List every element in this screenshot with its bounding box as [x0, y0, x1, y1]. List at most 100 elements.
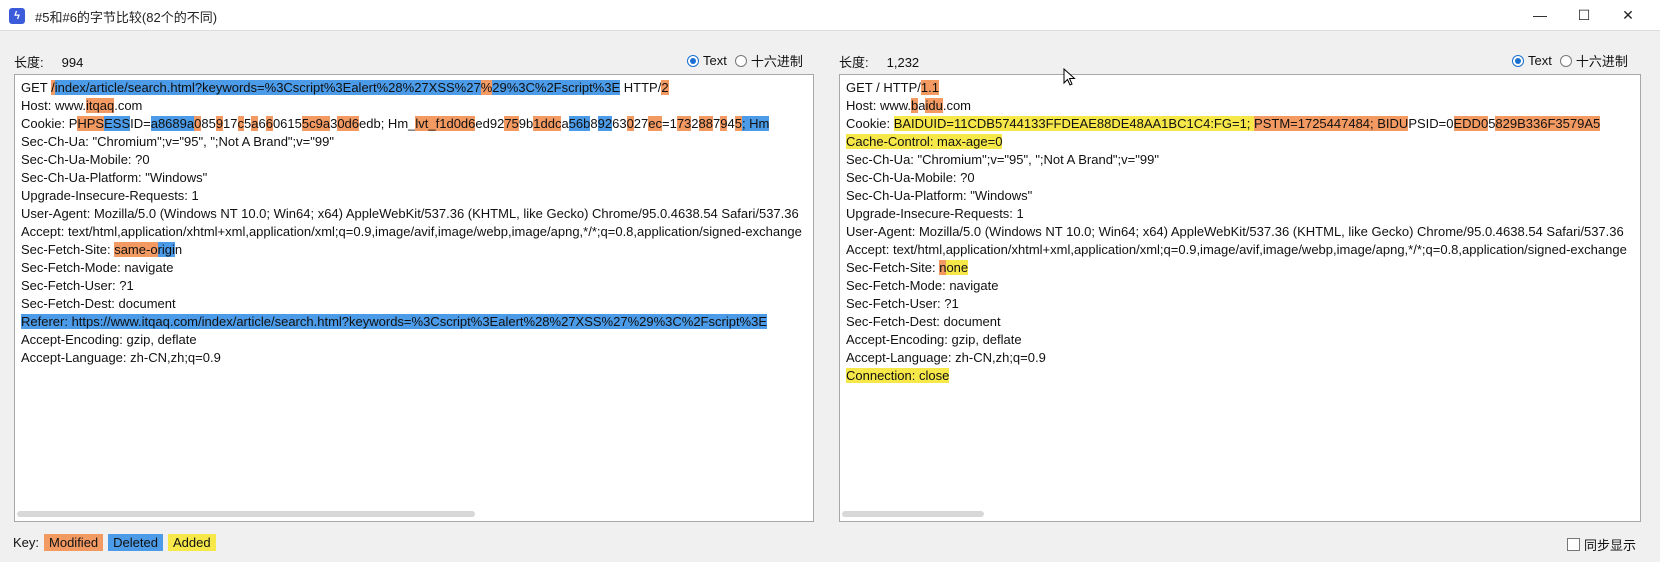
modified-segment: 5c9a	[301, 116, 331, 131]
mouse-cursor-icon	[1063, 68, 1076, 86]
text-line: Accept-Language: zh-CN,zh;q=0.9	[846, 349, 1627, 367]
deleted-segment: a8689a	[150, 116, 195, 131]
left-horizontal-scrollbar[interactable]	[17, 511, 475, 517]
left-length-value: 994	[61, 55, 84, 70]
added-segment: BAIDUID=11CDB5744133FFDEAE88DE48AA1BC1C4…	[893, 116, 1255, 131]
left-length: 长度: 994	[14, 52, 83, 71]
text-line: Sec-Fetch-User: ?1	[846, 295, 1627, 313]
close-button[interactable]: ✕	[1608, 0, 1648, 30]
right-mode-text-option[interactable]: Text	[1512, 53, 1552, 68]
text-line: Cache-Control: max-age=0	[846, 133, 1627, 151]
text-line: GET /index/article/search.html?keywords=…	[21, 79, 802, 97]
deleted-segment: 56b	[568, 116, 591, 131]
text-line: Sec-Fetch-Dest: document	[21, 295, 802, 313]
modified-segment: same-o	[114, 242, 158, 257]
deleted-segment: 92	[597, 116, 613, 131]
text-segment: Sec-Fetch-Site:	[21, 242, 115, 257]
text-line: Sec-Ch-Ua: "Chromium";v="95", ";Not A Br…	[846, 151, 1627, 169]
text-line: Host: www.baidu.com	[846, 97, 1627, 115]
modified-segment: 9	[215, 116, 224, 131]
modified-segment: idu	[925, 98, 943, 113]
right-mode-hex-option[interactable]: 十六进制	[1559, 51, 1628, 70]
right-length-label: 长度:	[839, 55, 869, 70]
text-segment: Accept-Encoding: gzip, deflate	[21, 332, 197, 347]
text-line: Sec-Fetch-Site: none	[846, 259, 1627, 277]
text-line: Connection: close	[846, 367, 1627, 385]
text-segment: ed92	[475, 116, 505, 131]
text-segment: 8	[590, 116, 598, 131]
title-bar: ϟ #5和#6的字节比较(82个的不同) — ☐ ✕	[0, 0, 1660, 31]
text-segment: GET / HTTP/	[846, 80, 921, 95]
text-segment: Sec-Fetch-Dest: document	[21, 296, 176, 311]
sync-label: 同步显示	[1584, 538, 1637, 553]
text-segment: ID=	[130, 116, 151, 131]
text-line: Referer: https://www.itqaq.com/index/art…	[21, 313, 802, 331]
text-segment: .com	[942, 98, 972, 113]
text-segment: Upgrade-Insecure-Requests: 1	[21, 188, 199, 203]
key-label: Key:	[13, 535, 40, 550]
modified-segment: EDD0	[1453, 116, 1489, 131]
text-line: GET / HTTP/1.1	[846, 79, 1627, 97]
text-segment: PSID=0	[1408, 116, 1454, 131]
text-line: Sec-Ch-Ua: "Chromium";v="95", ";Not A Br…	[21, 133, 802, 151]
added-segment: one	[946, 260, 969, 275]
text-segment: User-Agent: Mozilla/5.0 (Windows NT 10.0…	[846, 224, 1624, 239]
modified-segment: 1.1	[920, 80, 939, 95]
text-segment: Accept-Language: zh-CN,zh;q=0.9	[21, 350, 221, 365]
deleted-segment: index/article/search.html?keywords=%3Csc…	[54, 80, 481, 95]
text-line: Sec-Fetch-Mode: navigate	[846, 277, 1627, 295]
modified-segment: 829B336F3579A5	[1495, 116, 1601, 131]
text-segment: Sec-Ch-Ua-Mobile: ?0	[21, 152, 150, 167]
radio-selected-icon[interactable]	[687, 54, 699, 67]
text-segment: .com	[114, 98, 143, 113]
modified-segment: HPS	[77, 116, 105, 131]
radio-icon[interactable]	[734, 54, 747, 67]
right-length: 长度: 1,232	[839, 52, 919, 71]
modified-segment: 5	[734, 116, 742, 131]
text-line: Upgrade-Insecure-Requests: 1	[846, 205, 1627, 223]
text-line: Accept: text/html,application/xhtml+xml,…	[846, 241, 1627, 259]
sync-display-option[interactable]: 同步显示	[1567, 535, 1636, 554]
text-segment: Host: www.	[846, 98, 912, 113]
right-length-value: 1,232	[886, 55, 920, 70]
sync-checkbox[interactable]	[1567, 538, 1580, 551]
text-segment: Accept: text/html,application/xhtml+xml,…	[846, 242, 1627, 257]
text-segment: 2	[691, 116, 699, 131]
minimize-button[interactable]: —	[1520, 0, 1560, 30]
modified-segment: 0	[626, 116, 634, 131]
key-deleted: Deleted	[108, 534, 163, 551]
modified-segment: 6	[265, 116, 273, 131]
left-length-label: 长度:	[14, 55, 44, 70]
text-segment: Sec-Ch-Ua: "Chromium";v="95", ";Not A Br…	[846, 152, 1159, 167]
left-mode-hex-option[interactable]: 十六进制	[734, 51, 803, 70]
text-segment: =1	[662, 116, 677, 131]
text-segment: GET	[21, 80, 52, 95]
text-segment: Cookie: P	[21, 116, 78, 131]
modified-segment: lvt_f1d0d6	[415, 116, 476, 131]
left-mode-text-label: Text	[703, 53, 727, 68]
radio-icon[interactable]	[1559, 54, 1572, 67]
text-segment: Sec-Ch-Ua-Platform: "Windows"	[21, 170, 208, 185]
text-line: User-Agent: Mozilla/5.0 (Windows NT 10.0…	[21, 205, 802, 223]
maximize-button[interactable]: ☐	[1564, 0, 1604, 30]
right-text-pane[interactable]: GET / HTTP/1.1 Host: www.baidu.com Cookie:…	[839, 74, 1641, 522]
right-lines: GET / HTTP/1.1 Host: www.baidu.com Cookie:…	[846, 79, 1627, 385]
radio-selected-icon[interactable]	[1512, 54, 1524, 67]
left-mode-text-option[interactable]: Text	[687, 53, 727, 68]
legend-key: Key: Modified Deleted Added	[13, 534, 216, 551]
text-segment: Sec-Fetch-User: ?1	[846, 296, 959, 311]
text-segment: 9b	[518, 116, 534, 131]
text-line: Accept-Encoding: gzip, deflate	[21, 331, 802, 349]
text-segment: Cookie:	[846, 116, 894, 131]
text-segment: 4	[727, 116, 735, 131]
text-line: Sec-Fetch-User: ?1	[21, 277, 802, 295]
text-line: User-Agent: Mozilla/5.0 (Windows NT 10.0…	[846, 223, 1627, 241]
modified-segment: 73	[676, 116, 692, 131]
text-line: Sec-Ch-Ua-Mobile: ?0	[21, 151, 802, 169]
text-segment: Sec-Fetch-Site:	[846, 260, 940, 275]
modified-segment: 2	[661, 80, 669, 95]
left-text-pane[interactable]: GET /index/article/search.html?keywords=…	[14, 74, 814, 522]
added-segment: Connection: close	[846, 368, 950, 383]
right-horizontal-scrollbar[interactable]	[842, 511, 984, 517]
text-line: Accept-Language: zh-CN,zh;q=0.9	[21, 349, 802, 367]
